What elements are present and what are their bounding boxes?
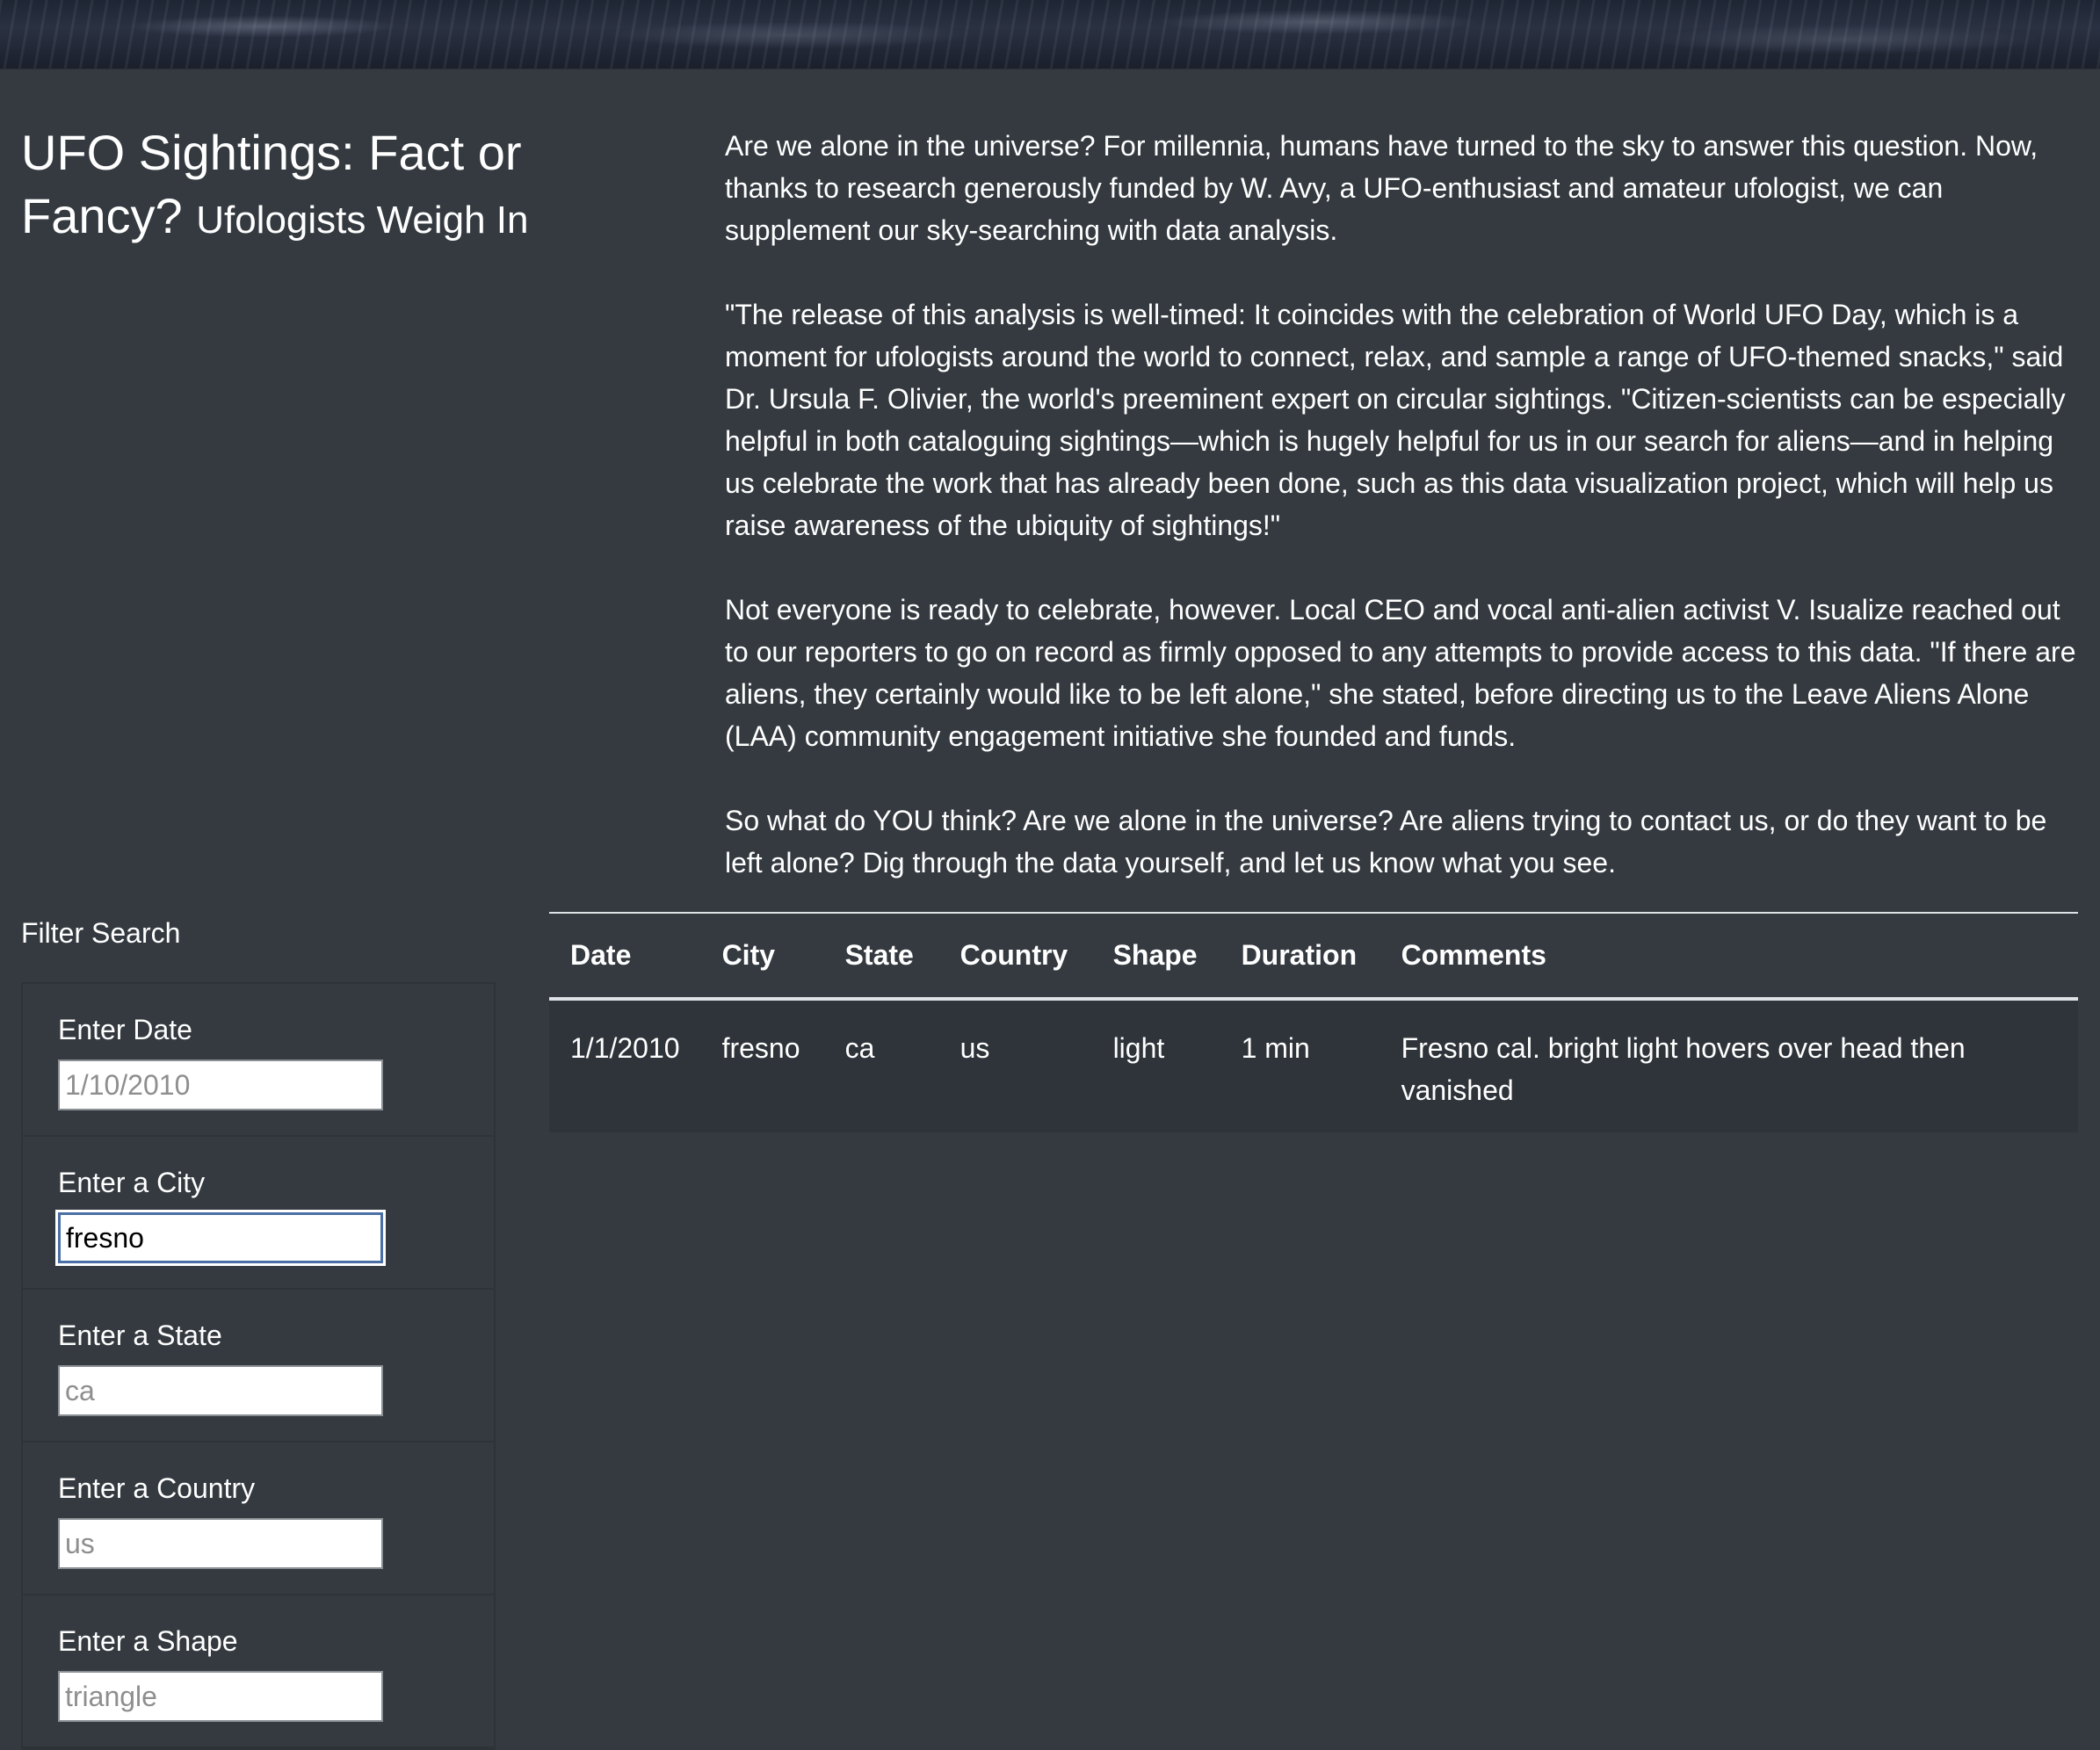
column-header-shape: Shape bbox=[1112, 939, 1198, 971]
filter-search-heading: Filter Search bbox=[21, 917, 181, 949]
filter-label-country: Enter a Country bbox=[58, 1472, 256, 1504]
column-header-date: Date bbox=[570, 939, 632, 971]
filter-item-country: Enter a Country bbox=[23, 1443, 494, 1595]
article-paragraph: Not everyone is ready to celebrate, howe… bbox=[725, 594, 2076, 752]
article-paragraph: So what do YOU think? Are we alone in th… bbox=[725, 805, 2047, 879]
sightings-table: Date City State Country Shape Duration C… bbox=[549, 912, 2078, 1132]
shape-input[interactable] bbox=[58, 1671, 383, 1722]
cell-comments: Fresno cal. bright light hovers over hea… bbox=[1401, 1032, 1966, 1106]
cell-city: fresno bbox=[721, 1032, 800, 1064]
cell-country: us bbox=[959, 1032, 990, 1064]
date-input[interactable] bbox=[58, 1059, 383, 1110]
page-subtitle: Ufologists Weigh In bbox=[196, 199, 529, 242]
country-input[interactable] bbox=[58, 1518, 383, 1569]
filter-item-date: Enter Date bbox=[23, 984, 494, 1137]
filter-label-city: Enter a City bbox=[58, 1167, 206, 1198]
article-paragraph: "The release of this analysis is well-ti… bbox=[725, 299, 2066, 541]
column-header-city: City bbox=[721, 939, 776, 971]
column-header-country: Country bbox=[959, 939, 1068, 971]
article-paragraph: Are we alone in the universe? For millen… bbox=[725, 130, 2038, 246]
state-input[interactable] bbox=[58, 1365, 383, 1416]
filter-item-shape: Enter a Shape bbox=[23, 1595, 494, 1748]
column-header-state: State bbox=[844, 939, 914, 971]
filter-item-state: Enter a State bbox=[23, 1290, 494, 1443]
column-header-duration: Duration bbox=[1241, 939, 1358, 971]
column-header-comments: Comments bbox=[1401, 939, 1546, 971]
filter-list: Enter Date Enter a City Enter a State En… bbox=[21, 982, 496, 1750]
table-row: 1/1/2010 fresno ca us light 1 min Fresno… bbox=[549, 999, 2078, 1132]
hero-banner-image bbox=[0, 0, 2100, 69]
table-header-row: Date City State Country Shape Duration C… bbox=[549, 913, 2078, 999]
cell-duration: 1 min bbox=[1241, 1032, 1310, 1064]
page-title: UFO Sightings: Fact or Fancy? Ufologists… bbox=[21, 121, 583, 252]
filter-label-state: Enter a State bbox=[58, 1320, 222, 1351]
filter-label-date: Enter Date bbox=[58, 1014, 192, 1045]
cell-state: ca bbox=[844, 1032, 875, 1064]
city-input[interactable] bbox=[58, 1212, 383, 1263]
cell-date: 1/1/2010 bbox=[570, 1032, 680, 1064]
cell-shape: light bbox=[1112, 1032, 1165, 1064]
page-title-block: UFO Sightings: Fact or Fancy? Ufologists… bbox=[21, 121, 583, 252]
article-body: Are we alone in the universe? For millen… bbox=[725, 125, 2078, 926]
sightings-table-container: Date City State Country Shape Duration C… bbox=[549, 912, 2078, 1132]
filter-label-shape: Enter a Shape bbox=[58, 1625, 238, 1657]
filter-item-city: Enter a City bbox=[23, 1137, 494, 1290]
